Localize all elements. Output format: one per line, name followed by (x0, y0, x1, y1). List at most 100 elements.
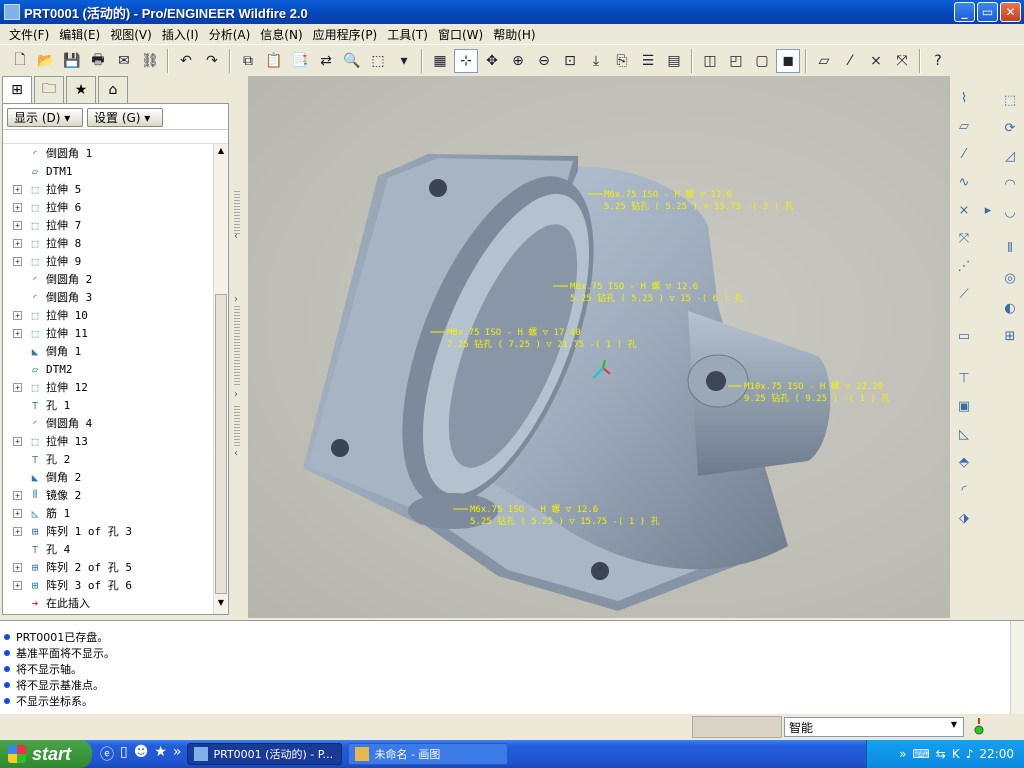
paste-icon[interactable]: 📋 (262, 49, 286, 73)
coordinate-tool-icon[interactable]: ⟋ (952, 282, 976, 306)
find-icon[interactable]: 🔍 (340, 49, 364, 73)
tree-item[interactable]: ⊤ 孔 1 (3, 396, 213, 414)
tree-item[interactable]: + ⬚ 拉伸 6 (3, 198, 213, 216)
panel-splitter[interactable]: ‹ › › ‹ (231, 76, 247, 616)
datum-point-tool-icon[interactable]: ⨯ (952, 198, 976, 222)
regenerate-icon[interactable]: ⇄ (314, 49, 338, 73)
zoom-in-icon[interactable]: ⊕ (506, 49, 530, 73)
scroll-thumb[interactable] (215, 294, 227, 594)
tree-item[interactable]: + ◺ 筋 1 (3, 504, 213, 522)
start-button[interactable]: start (0, 740, 92, 768)
tree-item[interactable]: + ⬚ 拉伸 7 (3, 216, 213, 234)
menu-view[interactable]: 视图(V) (105, 26, 157, 43)
expand-icon[interactable]: + (13, 490, 22, 500)
email-link-icon[interactable]: ⛓ (138, 49, 162, 73)
chamfer-tool-icon[interactable]: ⬗ (952, 506, 976, 530)
trim-tool-icon[interactable]: ◐ (998, 296, 1022, 320)
tree-item[interactable]: + ⬚ 拉伸 5 (3, 180, 213, 198)
task-paint[interactable]: 未命名 - 画图 (348, 743, 509, 765)
select-box-icon[interactable]: ⬚ (366, 49, 390, 73)
quicklaunch-doc-icon[interactable]: ▯ (120, 744, 128, 764)
extrude-tool-icon[interactable]: ⬚ (998, 88, 1022, 112)
datum-axis-tool-icon[interactable]: ⁄ (952, 142, 976, 166)
model-tree-tab-icon[interactable]: ⊞ (2, 76, 32, 103)
tree-item[interactable]: ▱ DTM1 (3, 162, 213, 180)
flyout-arrow-icon[interactable]: ▸ (976, 198, 1000, 222)
view-manager-icon[interactable]: ▤ (662, 49, 686, 73)
splitter-arrow-2-icon[interactable]: ‹ (234, 448, 238, 459)
message-scrollbar[interactable] (1010, 621, 1024, 715)
expand-icon[interactable]: + (13, 220, 22, 230)
expand-icon[interactable]: + (13, 562, 22, 572)
tree-item[interactable]: ◜ 倒圆角 2 (3, 270, 213, 288)
tree-item[interactable]: ⊤ 孔 4 (3, 540, 213, 558)
expand-icon[interactable]: + (13, 238, 22, 248)
tree-item[interactable]: ◜ 倒圆角 3 (3, 288, 213, 306)
clock[interactable]: 22:00 (979, 747, 1014, 761)
tray-volume-icon[interactable]: ♪ (966, 747, 974, 761)
menu-info[interactable]: 信息(N) (255, 26, 307, 43)
tree-item[interactable]: + ⬚ 拉伸 10 (3, 306, 213, 324)
task-proe[interactable]: PRT0001 (活动的) - P... (187, 743, 343, 765)
menu-file[interactable]: 文件(F) (4, 26, 54, 43)
quicklaunch-qq-icon[interactable]: ☻ (134, 744, 149, 764)
sweep-tool-icon[interactable]: ◿ (998, 144, 1022, 168)
shading-icon[interactable]: ◼ (776, 48, 800, 73)
title-bar[interactable]: PRT0001 (活动的) - Pro/ENGINEER Wildfire 2.… (0, 0, 1024, 24)
expand-icon[interactable]: + (13, 184, 22, 194)
tree-item[interactable]: ⊤ 孔 2 (3, 450, 213, 468)
minimize-button[interactable]: _ (954, 2, 975, 22)
menu-insert[interactable]: 插入(I) (157, 26, 204, 43)
tray-antivirus-icon[interactable]: K (952, 747, 960, 761)
saved-views-icon[interactable]: ⎘ (610, 49, 634, 73)
tree-item[interactable]: + ⊞ 阵列 3 of 孔 6 (3, 576, 213, 594)
menu-window[interactable]: 窗口(W) (433, 26, 488, 43)
reorient-icon[interactable]: ⤓ (584, 49, 608, 73)
undo-icon[interactable]: ↶ (174, 49, 198, 73)
splitter-arrow-icon[interactable]: › (234, 389, 238, 400)
collapse-left-icon[interactable]: ‹ (234, 231, 238, 242)
paste-special-icon[interactable]: 📑 (288, 49, 312, 73)
tree-item[interactable]: + ⬚ 拉伸 8 (3, 234, 213, 252)
context-help-icon[interactable]: ? (926, 49, 950, 73)
tray-keyboard-icon[interactable]: ⌨ (912, 747, 929, 761)
datum-points-toggle-icon[interactable]: ⨯ (864, 49, 888, 73)
tree-item[interactable]: ➔ 在此插入 (3, 594, 213, 612)
csys-tool-icon[interactable]: ⤧ (952, 226, 976, 250)
show-menu-button[interactable]: 显示 (D) ▾ (7, 108, 83, 127)
rib-tool-icon[interactable]: ◺ (952, 422, 976, 446)
round-tool-icon[interactable]: ◜ (952, 478, 976, 502)
merge-tool-icon[interactable]: ◎ (998, 266, 1022, 290)
expand-icon[interactable]: + (13, 436, 22, 446)
menu-applications[interactable]: 应用程序(P) (308, 26, 383, 43)
menu-help[interactable]: 帮助(H) (488, 26, 540, 43)
expand-icon[interactable]: + (13, 310, 22, 320)
open-folder-icon[interactable]: 📂 (34, 49, 58, 73)
draft-tool-icon[interactable]: ⬘ (952, 450, 976, 474)
csys-toggle-icon[interactable]: ⤧ (890, 49, 914, 73)
quicklaunch-more-icon[interactable]: » (173, 744, 182, 764)
expand-icon[interactable]: + (13, 382, 22, 392)
tree-item[interactable]: + ⫴ 镜像 2 (3, 486, 213, 504)
layers-icon[interactable]: ☰ (636, 49, 660, 73)
model-view[interactable]: M6x.75 ISO - H 螺 ▽ 12.6 5.25 钻孔 ( 5.25 )… (248, 76, 950, 618)
repaint-icon[interactable]: ▦ (428, 49, 452, 73)
datum-plane-tool-icon[interactable]: ▱ (952, 114, 976, 138)
print-icon[interactable]: 🖶 (86, 49, 110, 73)
refit-icon[interactable]: ⊡ (558, 49, 582, 73)
menu-tools[interactable]: 工具(T) (382, 26, 433, 43)
quicklaunch-star-icon[interactable]: ★ (154, 744, 167, 764)
tree-item[interactable]: ◣ 倒角 1 (3, 342, 213, 360)
chevron-down-icon[interactable]: ▼ (947, 720, 961, 734)
tree-scrollbar[interactable]: ▲ ▼ (213, 144, 227, 614)
maximize-button[interactable]: ▭ (977, 2, 998, 22)
annotation-tool-icon[interactable]: ▭ (952, 324, 976, 348)
expand-icon[interactable]: + (13, 256, 22, 266)
copy-icon[interactable]: ⧉ (236, 49, 260, 73)
orient-mode-icon[interactable]: ✥ (480, 49, 504, 73)
wireframe-icon[interactable]: ◫ (698, 49, 722, 73)
boundary-blend-tool-icon[interactable]: ◡ (998, 200, 1022, 224)
tree-item[interactable]: + ⊞ 阵列 2 of 孔 5 (3, 558, 213, 576)
datum-planes-toggle-icon[interactable]: ▱ (812, 49, 836, 73)
redo-icon[interactable]: ↷ (200, 49, 224, 73)
